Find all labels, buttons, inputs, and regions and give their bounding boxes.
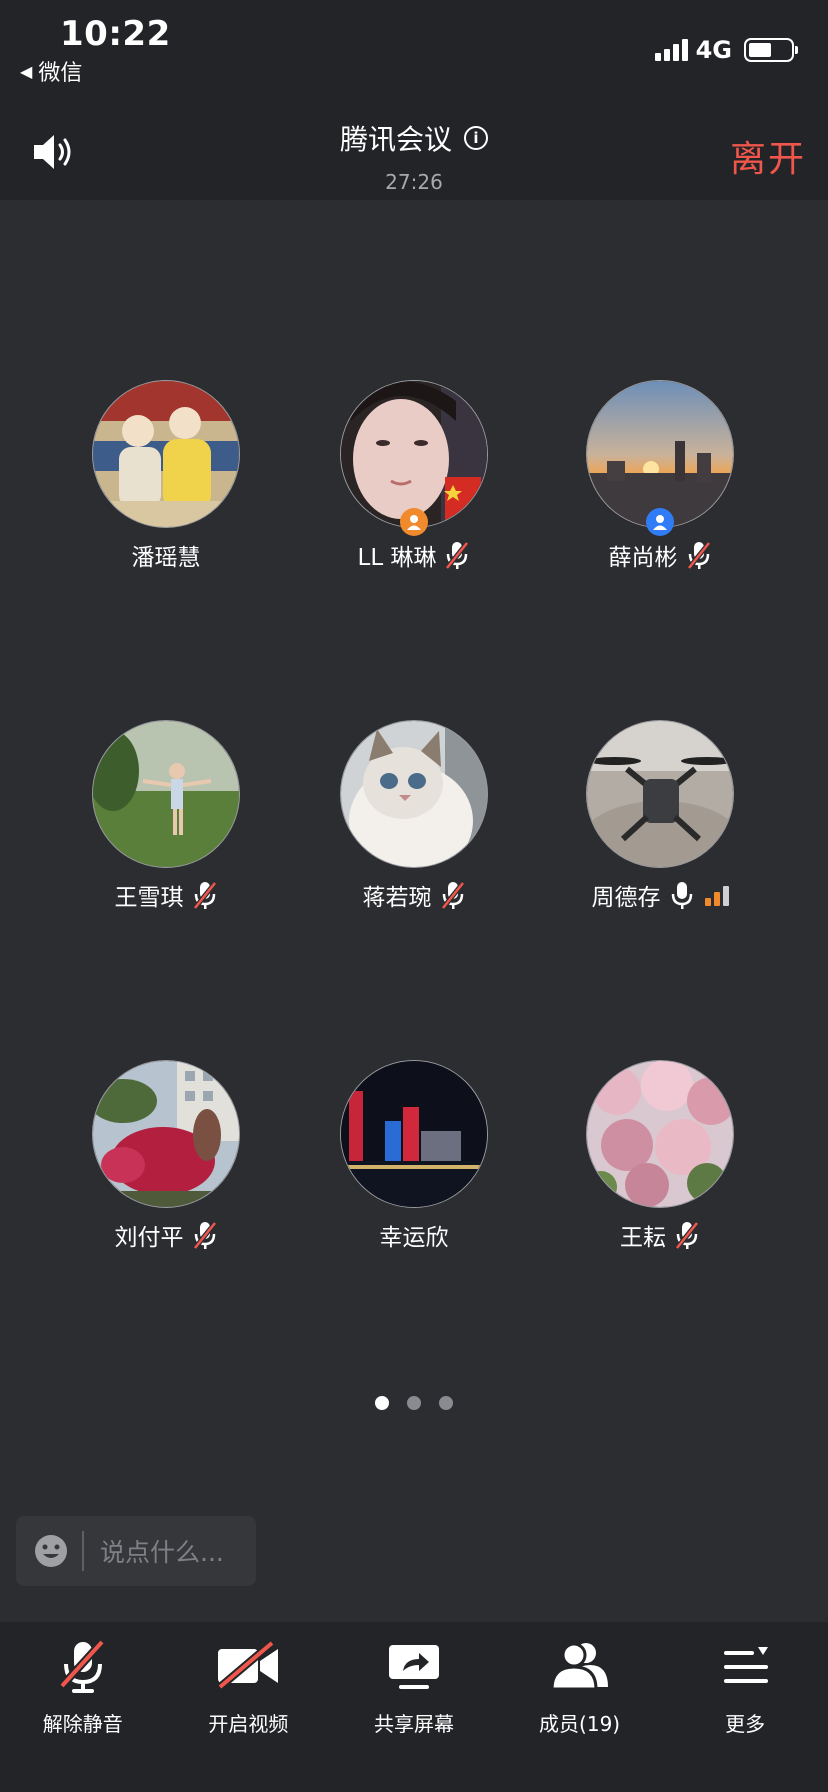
back-app-label: 微信 [38, 61, 83, 86]
unmute-button[interactable]: 解除静音 [8, 1636, 158, 1792]
park-girl-avatar [92, 720, 240, 868]
meeting-title: 腾讯会议 [339, 123, 452, 156]
share-screen-button[interactable]: 共享屏幕 [339, 1636, 489, 1792]
mic-muted-icon [58, 1639, 105, 1693]
top-bar: 10:22 ◀ 微信 4G 腾讯会议 i 27:26 离开 [0, 0, 828, 200]
emoji-icon[interactable] [34, 1534, 68, 1568]
mic-muted-icon [675, 1221, 699, 1250]
participant-name: 潘瑶慧 [131, 545, 201, 571]
mic-icon [671, 882, 692, 909]
participant-name: 刘付平 [114, 1225, 184, 1251]
page-dot-3[interactable] [439, 1396, 453, 1410]
participant-name: 王耘 [620, 1225, 666, 1251]
back-triangle-icon: ◀ [20, 61, 33, 81]
chat-placeholder: 说点什么... [100, 1538, 224, 1567]
share-label: 共享屏幕 [373, 1712, 454, 1736]
status-time: 10:22 [60, 14, 171, 54]
participant-tile[interactable]: 潘瑶慧 [42, 380, 290, 572]
meeting-timer: 27:26 [385, 170, 443, 194]
cohost-badge-icon [646, 508, 674, 536]
chat-divider [82, 1531, 84, 1571]
participant-name: 王雪琪 [114, 885, 184, 911]
participant-name: 蒋若琬 [362, 885, 432, 911]
participant-tile[interactable]: 蒋若琬 [290, 720, 538, 912]
host-badge-icon [400, 508, 428, 536]
members-label: 成员(19) [539, 1712, 621, 1736]
video-label: 开启视频 [208, 1712, 289, 1736]
cat-avatar [340, 720, 488, 868]
more-button[interactable]: 更多 [670, 1636, 820, 1792]
meeting-header: 腾讯会议 i 27:26 [0, 118, 828, 194]
mic-muted-icon [445, 541, 470, 570]
drone-avatar [586, 720, 734, 868]
video-off-icon [217, 1641, 279, 1691]
members-icon [550, 1642, 608, 1691]
network-type: 4G [695, 36, 732, 64]
page-indicator[interactable] [0, 1396, 828, 1410]
participant-tile[interactable]: 刘付平 [42, 1060, 290, 1252]
participant-tile[interactable]: 幸运欣 [290, 1060, 538, 1252]
opera-painting-avatar [92, 380, 240, 528]
night-city-avatar [340, 1060, 488, 1208]
unmute-label: 解除静音 [42, 1712, 123, 1736]
garden-blossom-avatar [92, 1060, 240, 1208]
participant-tile[interactable]: 王雪琪 [42, 720, 290, 912]
participant-tile[interactable]: 周德存 [536, 720, 784, 912]
participant-name: LL 琳琳 [357, 545, 437, 571]
status-indicators: 4G [654, 36, 798, 64]
page-dot-2[interactable] [407, 1396, 421, 1410]
mic-muted-icon [686, 541, 711, 570]
participant-name: 幸运欣 [379, 1225, 449, 1251]
info-icon[interactable]: i [464, 126, 488, 150]
participant-name: 薛尚彬 [608, 545, 678, 571]
battery-icon [744, 38, 798, 62]
participant-tile[interactable]: 王耘 [536, 1060, 784, 1252]
start-video-button[interactable]: 开启视频 [173, 1636, 323, 1792]
participant-tile[interactable]: LL 琳琳 [290, 380, 538, 572]
mic-muted-icon [440, 881, 465, 910]
leave-button[interactable]: 离开 [730, 130, 806, 182]
bottom-toolbar: 解除静音 开启视频 共享屏幕 成员(19) 更多 [0, 1622, 828, 1792]
share-screen-icon [388, 1645, 439, 1689]
participant-tile[interactable]: 薛尚彬 [536, 380, 784, 572]
sunset-city-avatar [586, 380, 734, 528]
chat-input[interactable]: 说点什么... [16, 1516, 256, 1586]
participant-name: 周德存 [591, 885, 661, 911]
volume-level-icon [704, 884, 729, 906]
cherry-blossom-avatar [586, 1060, 734, 1208]
signal-icon [654, 39, 688, 61]
more-menu-icon [724, 1647, 769, 1683]
selfie-avatar [340, 380, 488, 528]
mic-muted-icon [192, 881, 217, 910]
members-button[interactable]: 成员(19) [505, 1636, 655, 1792]
back-to-app-link[interactable]: ◀ 微信 [20, 55, 82, 87]
more-label: 更多 [725, 1712, 766, 1736]
mic-muted-icon [192, 1221, 217, 1250]
page-dot-1[interactable] [375, 1396, 389, 1410]
